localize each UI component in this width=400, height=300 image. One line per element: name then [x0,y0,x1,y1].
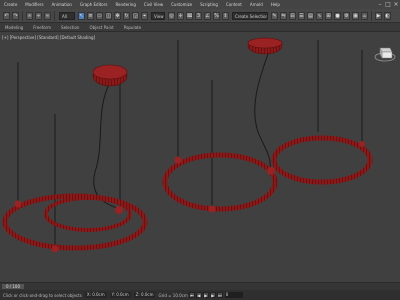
ring-light [44,196,132,232]
render-production-icon[interactable]: ☕ [361,11,368,20]
ring-joint [267,167,275,175]
grid-size: Grid = 10.0cm [158,292,188,298]
maximize-icon[interactable]: □ [384,0,392,9]
activeshade-icon[interactable]: ◐ [384,11,391,20]
tab-object-paint[interactable]: Object Paint [84,25,118,30]
menu-rendering[interactable]: Rendering [111,0,139,9]
ring-joint [14,200,22,208]
minimize-icon[interactable]: – [376,0,384,9]
next-frame-icon[interactable]: ▶ [209,292,216,298]
toolbar-divider [371,10,372,21]
schematic-view-icon[interactable]: ⊞ [325,11,332,20]
time-slider-handle[interactable]: 0 / 100 [2,284,24,289]
ring-light [271,135,373,185]
percent-snap-icon[interactable]: % [213,11,220,20]
go-to-start-icon[interactable]: ⏮ [188,292,195,298]
keyboard-shortcut-icon[interactable]: ⌨ [186,11,193,20]
toolbar-divider [54,10,55,21]
angle-snap-icon[interactable]: ∠ [204,11,211,20]
close-icon[interactable]: × [392,0,400,9]
unlink-icon[interactable]: ÷ [35,11,42,20]
perspective-viewport[interactable]: [+] [Perspective] [Standard] [Default Sh… [0,32,400,282]
current-frame-field[interactable]: 0 [224,292,243,298]
ribbon-tabs: Modeling Freeform Selection Object Paint… [0,23,400,32]
scene-explorer-icon[interactable]: ☰ [298,11,305,20]
menu-arnold[interactable]: Arnold [246,0,267,9]
scene-render [2,37,373,253]
status-bar: Click or click-and-drag to select object… [0,290,400,300]
ring-joint [115,206,123,214]
main-toolbar: ↶ ↷ ∞ ÷ ≈ All ↖ ≡ ▭ ◫ ✥ ↻ ◲ ⌖ View ◎ ✛ ⌨… [0,9,400,23]
curve-editor-icon[interactable]: ∿ [316,11,323,20]
ring-joint [208,205,216,213]
previous-frame-icon[interactable]: ◀ [195,292,202,298]
rotate-icon[interactable]: ↻ [123,11,130,20]
edit-named-selection-icon[interactable]: ✎ [271,11,278,20]
ring-light [162,152,278,212]
menu-animation[interactable]: Animation [48,0,76,9]
move-icon[interactable]: ✥ [114,11,121,20]
select-by-name-icon[interactable]: ≡ [87,11,94,20]
menu-civil-view[interactable]: Civil View [140,0,167,9]
menu-create[interactable]: Create [0,0,21,9]
cable-line [254,53,271,170]
select-manipulate-icon[interactable]: ✛ [177,11,184,20]
viewcube-icon[interactable] [374,42,396,64]
ceiling-canopy-top [247,37,283,49]
x-coordinate[interactable]: X: 0.0cm [84,292,107,298]
menu-content[interactable]: Content [222,0,246,9]
named-selection-set-field[interactable]: Create Selection Se [232,11,268,20]
snaps-toggle-icon[interactable]: 3 [195,11,202,20]
scale-icon[interactable]: ◲ [132,11,139,20]
redo-icon[interactable]: ↷ [12,11,19,20]
select-object-icon[interactable]: ↖ [78,11,85,20]
render-iterative-icon[interactable]: ▶ [375,11,382,20]
toolbar-divider [22,10,23,21]
tab-selection[interactable]: Selection [56,25,84,30]
menu-scripting[interactable]: Scripting [196,0,222,9]
y-coordinate[interactable]: Y: 0.0cm [109,292,131,298]
play-icon[interactable]: ▶ [202,292,209,298]
ceiling-canopy-top [92,64,128,80]
placement-icon[interactable]: ⌖ [141,11,148,20]
status-message: Click or click-and-drag to select object… [3,292,82,298]
cable-line [93,81,118,209]
spinner-snap-icon[interactable]: ⇕ [222,11,229,20]
tab-freeform[interactable]: Freeform [28,25,56,30]
pivot-center-icon[interactable]: ◎ [168,11,175,20]
menu-help[interactable]: Help [267,0,284,9]
go-to-end-icon[interactable]: ⏭ [216,292,223,298]
window-crossing-icon[interactable]: ◫ [105,11,112,20]
menu-bar: Create Modifiers Animation Graph Editors… [0,0,400,9]
tab-modeling[interactable]: Modeling [0,25,28,30]
mirror-icon[interactable]: ⇋ [280,11,287,20]
region-select-icon[interactable]: ▭ [96,11,103,20]
menu-modifiers[interactable]: Modifiers [21,0,47,9]
selection-filter-dropdown[interactable]: All [59,11,75,20]
undo-icon[interactable]: ↶ [3,11,10,20]
bind-space-warp-icon[interactable]: ≈ [44,11,51,20]
rendered-frame-icon[interactable]: ▣ [352,11,359,20]
layer-explorer-icon[interactable]: ▤ [307,11,314,20]
ring-joint [51,245,59,253]
align-icon[interactable]: ⊟ [289,11,296,20]
z-coordinate[interactable]: Z: 0.0cm [133,292,156,298]
ring-joint [359,141,365,147]
reference-coordinate-dropdown[interactable]: View [151,11,165,20]
menu-graph-editors[interactable]: Graph Editors [76,0,111,9]
render-setup-icon[interactable]: ⚙ [343,11,350,20]
material-editor-icon[interactable]: ● [334,11,341,20]
link-icon[interactable]: ∞ [26,11,33,20]
ring-joint [174,156,182,164]
tab-populate[interactable]: Populate [119,25,146,30]
menu-customize[interactable]: Customize [167,0,196,9]
